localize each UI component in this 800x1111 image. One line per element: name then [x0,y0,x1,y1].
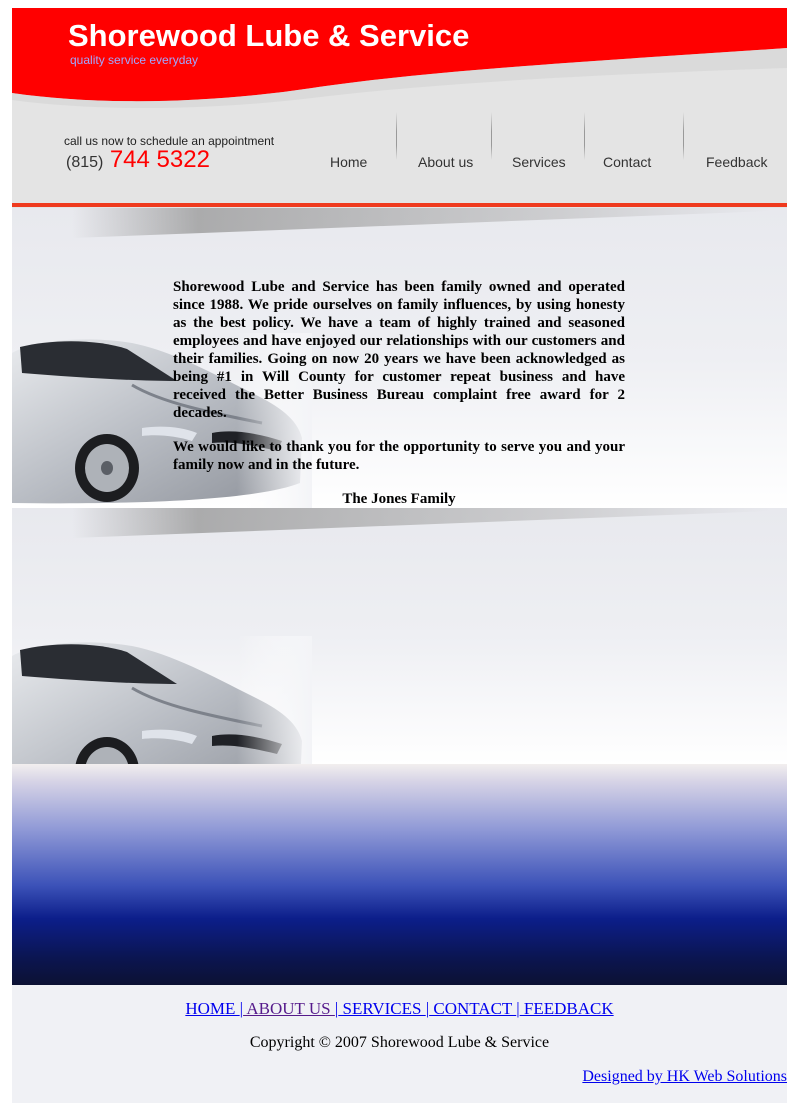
nav-feedback[interactable]: Feedback [706,154,767,170]
designer-credit-link[interactable]: Designed by HK Web Solutions [582,1068,787,1086]
site-title: Shorewood Lube & Service [68,18,470,53]
nav-about[interactable]: About us [418,154,473,170]
blue-gradient-band [12,764,787,985]
nav-separator [584,112,585,160]
copyright-text: Copyright © 2007 Shorewood Lube & Servic… [249,1034,550,1051]
shadow-streak [72,508,772,538]
site-header: Shorewood Lube & Service quality service… [12,8,787,208]
footer-link-about[interactable]: ABOUT US [243,999,335,1018]
page: Shorewood Lube & Service quality service… [12,8,787,1103]
site-footer: HOME | ABOUT US | SERVICES | CONTACT | F… [12,985,787,1103]
signature: The Jones Family [342,491,456,507]
thank-you-paragraph: We would like to thank you for the oppor… [173,439,625,473]
nav-separator [491,112,492,160]
main-nav: Home About us Services Contact Feedback [12,112,787,182]
footer-link-contact[interactable]: CONTACT [429,999,516,1018]
footer-link-home[interactable]: HOME [185,999,239,1018]
shadow-streak [72,208,772,238]
site-tagline: quality service everyday [70,53,199,67]
intro-paragraph: Shorewood Lube and Service has been fami… [173,279,625,421]
content-panel [12,508,787,764]
nav-contact[interactable]: Contact [603,154,651,170]
silver-sports-car-image [12,636,312,764]
nav-separator [683,112,684,160]
footer-link-services[interactable]: SERVICES [338,999,425,1018]
footer-link-feedback[interactable]: FEEDBACK [520,999,614,1018]
intro-text: Shorewood Lube and Service has been fami… [173,278,625,508]
nav-home[interactable]: Home [330,154,367,170]
content-panel: Shorewood Lube and Service has been fami… [12,208,787,508]
header-divider [12,203,787,207]
nav-separator [396,112,397,160]
nav-services[interactable]: Services [512,154,566,170]
footer-nav: HOME | ABOUT US | SERVICES | CONTACT | F… [12,999,787,1019]
